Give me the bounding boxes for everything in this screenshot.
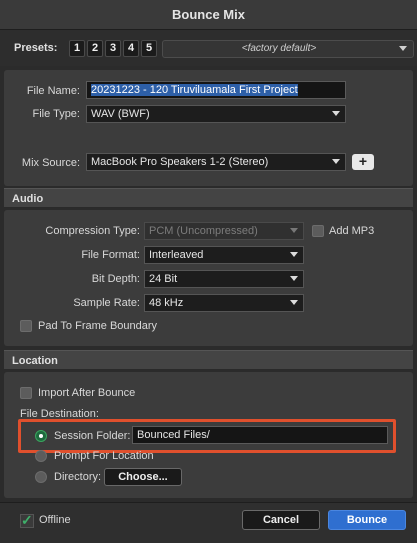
add-mp3-label: Add MP3: [329, 225, 375, 237]
add-mp3-checkbox[interactable]: [312, 225, 324, 237]
sample-rate-value: 48 kHz: [149, 297, 184, 309]
cancel-button[interactable]: Cancel: [242, 510, 320, 530]
chevron-down-icon: [290, 276, 298, 281]
presets-row: Presets: 1 2 3 4 5 <factory default>: [0, 30, 417, 66]
window-title: Bounce Mix: [172, 7, 245, 22]
sample-rate-label: Sample Rate:: [73, 297, 140, 309]
choose-directory-button[interactable]: Choose...: [104, 468, 182, 486]
location-section-header: Location: [4, 350, 413, 370]
add-mix-source-button[interactable]: +: [352, 154, 374, 170]
file-name-label: File Name:: [26, 85, 80, 97]
file-type-value: WAV (BWF): [91, 108, 150, 120]
file-format-select[interactable]: Interleaved: [144, 246, 304, 264]
chevron-down-icon: [399, 46, 407, 51]
file-format-value: Interleaved: [149, 249, 204, 261]
presets-label: Presets:: [14, 42, 58, 54]
chevron-down-icon: [332, 159, 340, 164]
prompt-for-location-radio[interactable]: [35, 450, 47, 462]
preset-button-4[interactable]: 4: [123, 40, 139, 57]
directory-label: Directory:: [54, 471, 102, 483]
audio-heading: Audio: [12, 193, 44, 205]
pad-to-frame-label: Pad To Frame Boundary: [38, 320, 158, 332]
preset-button-3[interactable]: 3: [105, 40, 121, 57]
chevron-down-icon: [290, 300, 298, 305]
mix-source-label: Mix Source:: [21, 157, 80, 169]
audio-section-header: Audio: [4, 188, 413, 208]
file-type-label: File Type:: [32, 108, 81, 120]
sample-rate-select[interactable]: 48 kHz: [144, 294, 304, 312]
pad-to-frame-checkbox[interactable]: [20, 320, 32, 332]
preset-select-value: <factory default>: [241, 43, 317, 54]
preset-button-5[interactable]: 5: [141, 40, 157, 57]
bounce-button[interactable]: Bounce: [328, 510, 406, 530]
offline-checkbox[interactable]: ✓: [20, 512, 34, 528]
highlight-box: [18, 419, 396, 453]
chevron-down-icon: [290, 252, 298, 257]
mix-source-select[interactable]: MacBook Pro Speakers 1-2 (Stereo): [86, 153, 346, 171]
checkmark-icon: ✓: [21, 512, 33, 528]
prompt-for-location-label: Prompt For Location: [54, 450, 154, 462]
compression-type-select: PCM (Uncompressed): [144, 222, 304, 240]
mix-source-value: MacBook Pro Speakers 1-2 (Stereo): [91, 156, 269, 168]
chevron-down-icon: [332, 111, 340, 116]
preset-button-1[interactable]: 1: [69, 40, 85, 57]
bit-depth-select[interactable]: 24 Bit: [144, 270, 304, 288]
import-after-bounce-label: Import After Bounce: [38, 387, 136, 399]
chevron-down-icon: [290, 228, 298, 233]
title-bar: Bounce Mix: [0, 0, 417, 30]
file-name-input[interactable]: 20231223 - 120 Tiruviluamala First Proje…: [86, 81, 346, 99]
dialog-footer: ✓ Offline Cancel Bounce: [0, 502, 417, 543]
bit-depth-value: 24 Bit: [149, 273, 178, 285]
offline-label: Offline: [39, 514, 71, 526]
location-heading: Location: [12, 355, 58, 367]
preset-select[interactable]: <factory default>: [162, 40, 414, 58]
bit-depth-label: Bit Depth:: [91, 273, 140, 285]
directory-radio[interactable]: [35, 471, 47, 483]
file-format-label: File Format:: [81, 249, 140, 261]
import-after-bounce-checkbox[interactable]: [20, 387, 32, 399]
compression-type-label: Compression Type:: [45, 225, 140, 237]
file-name-value: 20231223 - 120 Tiruviluamala First Proje…: [91, 84, 298, 96]
preset-button-2[interactable]: 2: [87, 40, 103, 57]
file-type-select[interactable]: WAV (BWF): [86, 105, 346, 123]
compression-type-value: PCM (Uncompressed): [149, 225, 258, 237]
